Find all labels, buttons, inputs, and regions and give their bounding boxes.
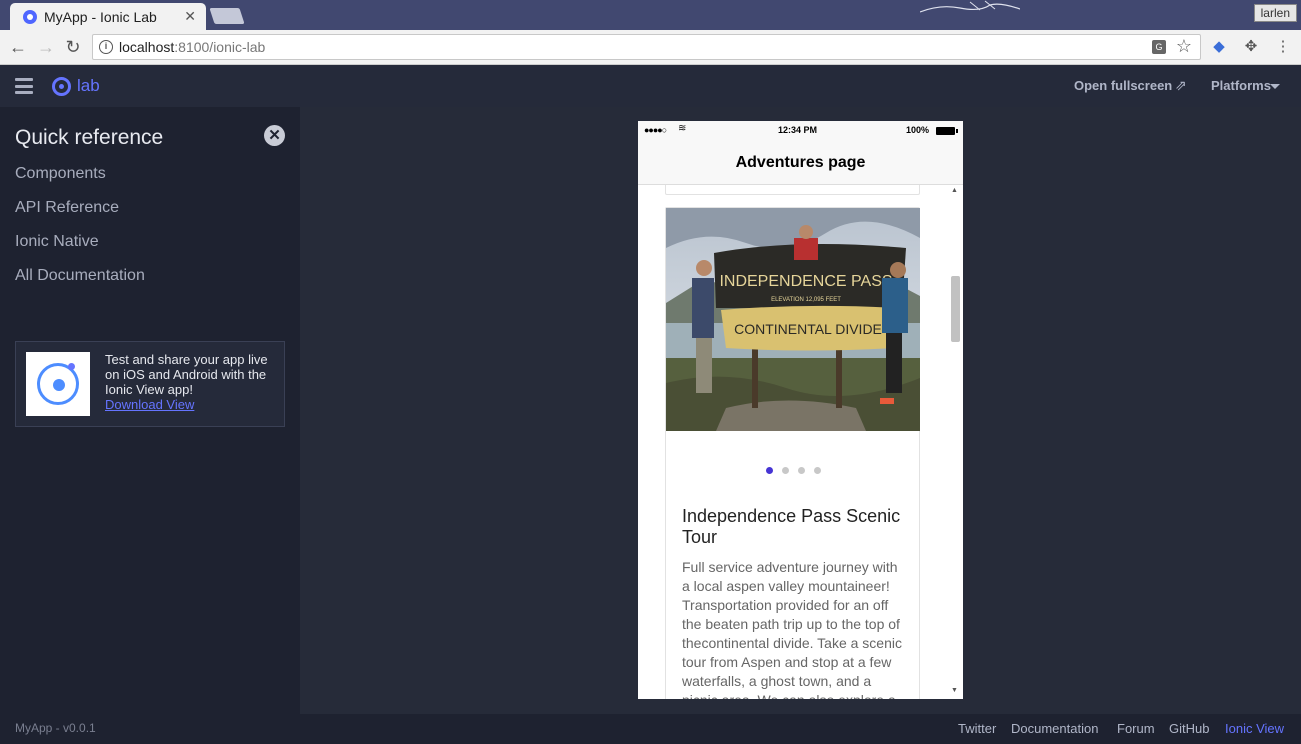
browser-menu-icon[interactable]: ⋮: [1274, 38, 1292, 56]
browser-tab[interactable]: MyApp - Ionic Lab ✕: [10, 3, 206, 30]
tab-title: MyApp - Ionic Lab: [44, 9, 157, 25]
bookmark-star-icon[interactable]: ☆: [1176, 36, 1192, 57]
caret-down-icon[interactable]: [1270, 84, 1280, 89]
url-path: :8100/ionic-lab: [174, 39, 266, 55]
independence-pass-photo-icon: INDEPENDENCE PASS ELEVATION 12,095 FEET …: [666, 208, 920, 431]
slide-pager: [666, 461, 920, 474]
page-title: Adventures page: [735, 154, 866, 171]
sidebar-link-all-documentation[interactable]: All Documentation: [15, 267, 145, 285]
scroll-content[interactable]: INDEPENDENCE PASS ELEVATION 12,095 FEET …: [638, 185, 963, 699]
card-title: Independence Pass Scenic Tour: [682, 506, 901, 547]
ionic-ring-icon: [52, 77, 71, 96]
window-decoration-icon: [920, 0, 1020, 13]
card-description: Full service adventure journey with a lo…: [682, 559, 902, 699]
pager-dot[interactable]: [813, 467, 821, 474]
battery-percent: 100%: [906, 125, 930, 135]
scrollbar-track[interactable]: [949, 185, 963, 699]
signal-strength-icon: ●●●●○: [644, 125, 667, 135]
url-host: localhost: [119, 39, 175, 55]
translate-icon[interactable]: G: [1152, 40, 1166, 54]
wifi-icon: ≋: [678, 123, 687, 134]
profile-badge[interactable]: larlen: [1253, 4, 1297, 22]
quick-reference-sidebar: Quick reference ✕ Components API Referen…: [0, 107, 300, 714]
lab-logo-text: lab: [77, 76, 100, 95]
scrollbar-thumb[interactable]: [951, 276, 960, 342]
extension-shield-icon[interactable]: ◆: [1210, 38, 1228, 56]
sign-line-3: CONTINENTAL DIVIDE: [734, 321, 882, 337]
footer-link-documentation[interactable]: Documentation: [1011, 721, 1098, 736]
app-version: MyApp - v0.0.1: [15, 721, 96, 735]
lab-footer: MyApp - v0.0.1 Twitter Documentation For…: [0, 714, 1301, 744]
sidebar-link-ionic-native[interactable]: Ionic Native: [15, 233, 99, 251]
reload-icon[interactable]: ↻: [63, 37, 83, 57]
ionic-view-logo: [26, 352, 90, 416]
new-tab-button[interactable]: [209, 8, 245, 24]
sidebar-link-api-reference[interactable]: API Reference: [15, 199, 119, 217]
menu-hamburger-icon[interactable]: [15, 78, 33, 94]
adventure-card[interactable]: INDEPENDENCE PASS ELEVATION 12,095 FEET …: [665, 207, 920, 699]
sidebar-title: Quick reference: [15, 126, 164, 149]
close-sidebar-icon[interactable]: ✕: [264, 125, 285, 146]
download-view-link[interactable]: Download View: [105, 397, 194, 412]
pager-dot[interactable]: [765, 467, 773, 474]
sign-line-1: INDEPENDENCE PASS: [719, 273, 892, 290]
status-time: 12:34 PM: [778, 125, 818, 135]
back-arrow-icon[interactable]: ←: [8, 37, 28, 57]
external-link-icon[interactable]: ⇗: [1175, 77, 1187, 94]
sign-line-2: ELEVATION 12,095 FEET: [771, 297, 841, 303]
ionic-favicon-icon: [23, 10, 37, 24]
pager-dot[interactable]: [797, 467, 805, 474]
platforms-dropdown[interactable]: Platforms: [1211, 78, 1271, 93]
scroll-up-arrow-icon[interactable]: ▲: [951, 187, 958, 194]
footer-link-github[interactable]: GitHub: [1169, 721, 1209, 736]
url-text: localhost:8100/ionic-lab: [119, 39, 265, 55]
ionic-view-promo: Test and share your app live on iOS and …: [15, 341, 285, 427]
footer-link-ionic-view[interactable]: Ionic View: [1225, 721, 1284, 736]
adventure-photo[interactable]: INDEPENDENCE PASS ELEVATION 12,095 FEET …: [666, 208, 920, 431]
lab-header: lab Open fullscreen ⇗ Platforms: [0, 65, 1301, 107]
status-bar: ●●●●○ ≋ 12:34 PM 100%: [638, 121, 963, 141]
battery-icon: [936, 127, 958, 135]
address-bar[interactable]: i localhost:8100/ionic-lab G ☆: [92, 34, 1201, 60]
site-info-icon[interactable]: i: [99, 40, 113, 54]
browser-toolbar: ← → ↻ i localhost:8100/ionic-lab G ☆ ◆ ✥…: [0, 30, 1301, 65]
extension-bird-icon[interactable]: ✥: [1242, 38, 1260, 56]
scroll-down-arrow-icon[interactable]: ▼: [951, 687, 958, 694]
ionic-view-dot-icon: [68, 363, 75, 370]
footer-link-twitter[interactable]: Twitter: [958, 721, 996, 736]
previous-card: [665, 185, 920, 195]
forward-arrow-icon[interactable]: →: [36, 37, 56, 57]
sidebar-link-components[interactable]: Components: [15, 165, 106, 183]
promo-text-block: Test and share your app live on iOS and …: [105, 352, 281, 412]
pager-dot[interactable]: [781, 467, 789, 474]
browser-tabstrip: MyApp - Ionic Lab ✕ larlen: [0, 0, 1301, 30]
footer-link-forum[interactable]: Forum: [1117, 721, 1155, 736]
promo-text: Test and share your app live on iOS and …: [105, 352, 268, 397]
open-fullscreen-link[interactable]: Open fullscreen: [1074, 78, 1172, 93]
app-navbar: Adventures page: [638, 141, 963, 185]
tab-close-icon[interactable]: ✕: [184, 8, 196, 25]
ios-phone-preview: ●●●●○ ≋ 12:34 PM 100% Adventures page IN…: [638, 121, 963, 699]
